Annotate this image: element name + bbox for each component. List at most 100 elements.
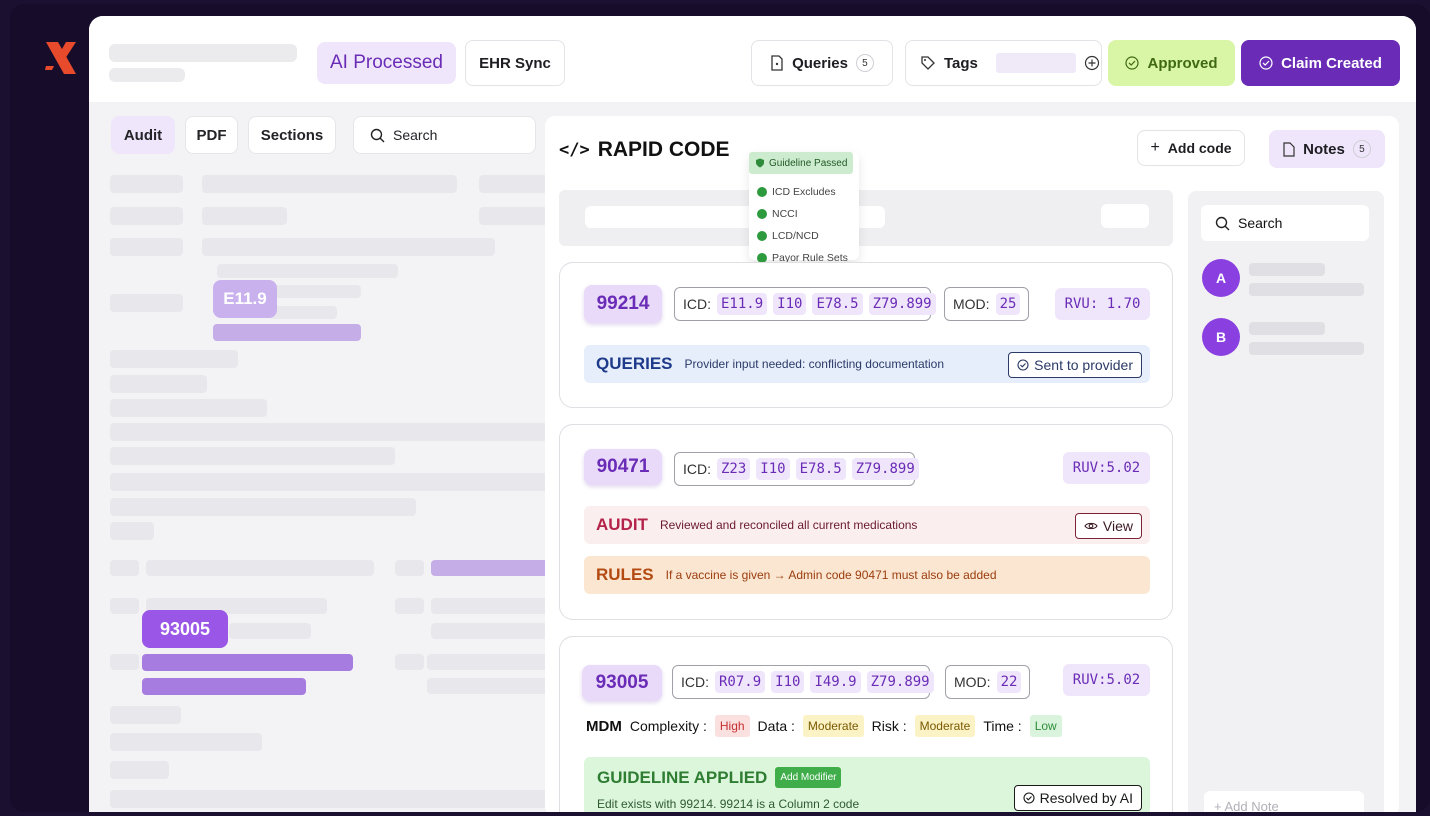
cpt-code[interactable]: 93005 <box>582 665 662 701</box>
document-icon <box>771 55 783 71</box>
tag-icon <box>921 56 935 70</box>
icd-code[interactable]: E11.9 <box>717 293 768 315</box>
icd-code[interactable]: Z79.899 <box>866 671 934 693</box>
icd-code[interactable]: I10 <box>773 293 807 315</box>
modifier-code[interactable]: 25 <box>995 293 1021 315</box>
guideline-popover: Guideline Passed ICD Excludes NCCI LCD/N… <box>749 152 859 264</box>
queries-text: Provider input needed: conflicting docum… <box>684 357 945 371</box>
resolved-by-ai-button[interactable]: Resolved by AI <box>1013 785 1142 811</box>
icd-code[interactable]: R07.9 <box>715 671 766 693</box>
tab-pdf[interactable]: PDF <box>185 116 238 154</box>
check-circle-icon <box>1023 792 1035 804</box>
guideline-text: Edit exists with 99214. 99214 is a Colum… <box>597 797 860 811</box>
add-code-button[interactable]: + Add code <box>1137 130 1245 166</box>
rules-heading: RULES <box>596 565 654 584</box>
rules-strip: RULES If a vaccine is given → Admin code… <box>584 556 1150 594</box>
notes-label: Notes <box>1303 140 1345 158</box>
cpt-code[interactable]: 90471 <box>584 449 662 485</box>
icd-codes: ICD: R07.9 I10 I49.9 Z79.899 <box>672 665 934 699</box>
queries-button[interactable]: Queries 5 <box>751 40 893 86</box>
claim-created-button[interactable]: Claim Created <box>1241 40 1400 86</box>
notes-panel: Search A B + Add Note <box>1188 191 1384 812</box>
rvu-value: RUV:5.02 <box>1063 664 1150 696</box>
modifier-code[interactable]: 22 <box>996 671 1022 693</box>
icd-code[interactable]: Z23 <box>717 458 751 480</box>
guideline-header: GUIDELINE APPLIED Add Modifier <box>597 767 842 788</box>
icd-code[interactable]: Z79.899 <box>868 293 936 315</box>
logo <box>45 42 76 74</box>
tags-label: Tags <box>944 54 978 72</box>
icd-code[interactable]: I10 <box>771 671 805 693</box>
view-button[interactable]: View <box>1074 513 1142 539</box>
rapid-code-heading: </> RAPID CODE <box>559 138 730 162</box>
code-card-90471: 90471 ICD: Z23 I10 E78.5 Z79.899 RUV:5.0… <box>559 424 1173 620</box>
patient-meta-placeholder <box>109 68 185 82</box>
check-item: LCD/NCD <box>757 230 848 242</box>
search-icon <box>1215 216 1230 230</box>
avatar[interactable]: A <box>1202 259 1240 297</box>
tags-field[interactable]: Tags <box>905 40 1102 86</box>
add-note-button[interactable]: + Add Note <box>1204 791 1364 812</box>
approved-button[interactable]: Approved <box>1108 40 1235 86</box>
audit-strip: AUDIT Reviewed and reconciled all curren… <box>584 506 1150 544</box>
code-icon: </> <box>559 140 590 160</box>
top-bar: AI Processed EHR Sync Queries 5 Tags App… <box>89 16 1416 102</box>
document-search[interactable]: Search <box>353 116 536 154</box>
cpt-code[interactable]: 99214 <box>584 285 662 323</box>
avatar[interactable]: B <box>1202 318 1240 356</box>
code-card-93005: 93005 ICD: R07.9 I10 I49.9 Z79.899 MOD: … <box>559 636 1173 812</box>
icd-code[interactable]: I10 <box>756 458 790 480</box>
data-tag: Moderate <box>802 715 864 737</box>
audit-heading: AUDIT <box>596 515 648 534</box>
highlight-code-93005[interactable]: 93005 <box>142 610 228 648</box>
icd-code[interactable]: E78.5 <box>795 458 846 480</box>
ehr-sync-button[interactable]: EHR Sync <box>465 40 565 86</box>
guideline-heading: GUIDELINE APPLIED <box>597 767 768 787</box>
mdm-label: MDM <box>586 717 622 735</box>
notes-search-placeholder: Search <box>1238 215 1283 231</box>
guideline-passed-label: Guideline Passed <box>769 157 848 169</box>
audit-text: Reviewed and reconciled all current medi… <box>659 518 918 532</box>
note-placeholder <box>1249 283 1364 296</box>
rapid-code-title: RAPID CODE <box>597 138 730 161</box>
icd-code[interactable]: I49.9 <box>810 671 861 693</box>
app-window: AI Processed EHR Sync Queries 5 Tags App… <box>89 16 1416 812</box>
tags-input[interactable] <box>995 53 1076 73</box>
summary-row <box>559 190 1173 246</box>
tab-audit[interactable]: Audit <box>111 116 175 154</box>
check-item: NCCI <box>757 208 848 220</box>
guideline-passed-badge[interactable]: Guideline Passed <box>749 152 854 174</box>
risk-tag: Moderate <box>914 715 976 737</box>
approved-label: Approved <box>1147 54 1218 72</box>
icd-codes: ICD: Z23 I10 E78.5 Z79.899 <box>674 452 919 486</box>
sent-to-provider-button[interactable]: Sent to provider <box>1008 352 1142 378</box>
check-item: ICD Excludes <box>757 186 848 198</box>
guideline-checks: ICD Excludes NCCI LCD/NCD Payor Rule Set… <box>757 186 848 264</box>
note-placeholder <box>1249 322 1325 335</box>
queries-heading: QUERIES <box>596 354 673 373</box>
icd-code[interactable]: Z79.899 <box>851 458 919 480</box>
add-code-label: Add code <box>1167 140 1232 156</box>
queries-count: 5 <box>855 54 874 72</box>
add-circle-icon[interactable] <box>1084 55 1100 71</box>
rvu-value: RVU: 1.70 <box>1055 288 1150 320</box>
note-placeholder <box>1249 263 1325 276</box>
notes-search[interactable]: Search <box>1201 205 1369 241</box>
check-circle-icon <box>1259 56 1273 70</box>
rapid-code-panel: </> RAPID CODE Guideline Passed ICD Excl… <box>545 116 1399 812</box>
add-modifier-button[interactable]: Add Modifier <box>775 767 842 788</box>
check-icon <box>757 187 767 197</box>
notes-count: 5 <box>1352 140 1371 158</box>
queries-strip: QUERIES Provider input needed: conflicti… <box>584 345 1150 383</box>
check-circle-icon <box>1017 359 1029 371</box>
icd-code[interactable]: E78.5 <box>812 293 863 315</box>
highlight-code-e11-9[interactable]: E11.9 <box>213 280 277 318</box>
tab-sections[interactable]: Sections <box>248 116 336 154</box>
notes-button[interactable]: Notes 5 <box>1269 130 1385 168</box>
rvu-value: RUV:5.02 <box>1063 452 1150 484</box>
ai-processed-badge: AI Processed <box>317 42 456 84</box>
shield-icon <box>756 158 764 168</box>
modifier: MOD: 25 <box>944 287 1029 321</box>
document-search-placeholder: Search <box>393 127 438 143</box>
complexity-tag: High <box>714 715 750 737</box>
